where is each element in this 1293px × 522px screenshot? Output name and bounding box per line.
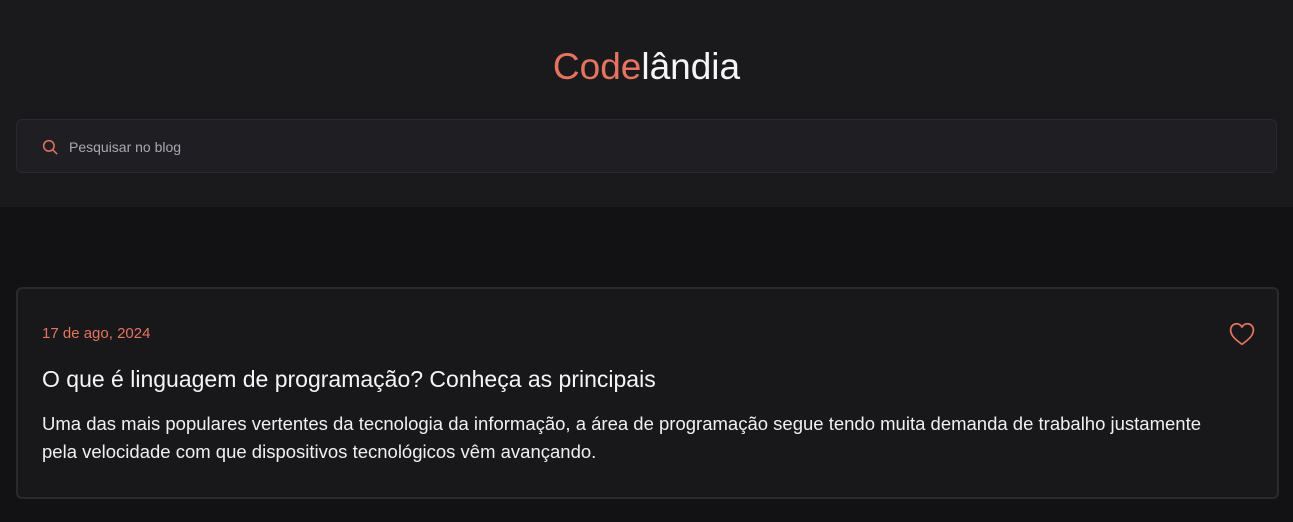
post-title[interactable]: O que é linguagem de programação? Conheç… [42, 364, 656, 394]
logo-accent-text: Code [552, 46, 642, 87]
heart-icon[interactable] [1229, 322, 1255, 346]
post-excerpt: Uma das mais populares vertentes da tecn… [42, 413, 1202, 462]
post-card[interactable]: 17 de ago, 2024 O que é linguagem de pro… [16, 287, 1279, 499]
post-date: 17 de ago, 2024 [42, 325, 151, 342]
site-header: Codelândia [0, 0, 1293, 207]
site-logo[interactable]: Codelândia [0, 44, 1293, 90]
search-input[interactable] [69, 134, 1249, 160]
search-icon [42, 139, 58, 155]
logo-rest-text: lândia [641, 46, 741, 87]
search-bar[interactable] [16, 119, 1277, 173]
